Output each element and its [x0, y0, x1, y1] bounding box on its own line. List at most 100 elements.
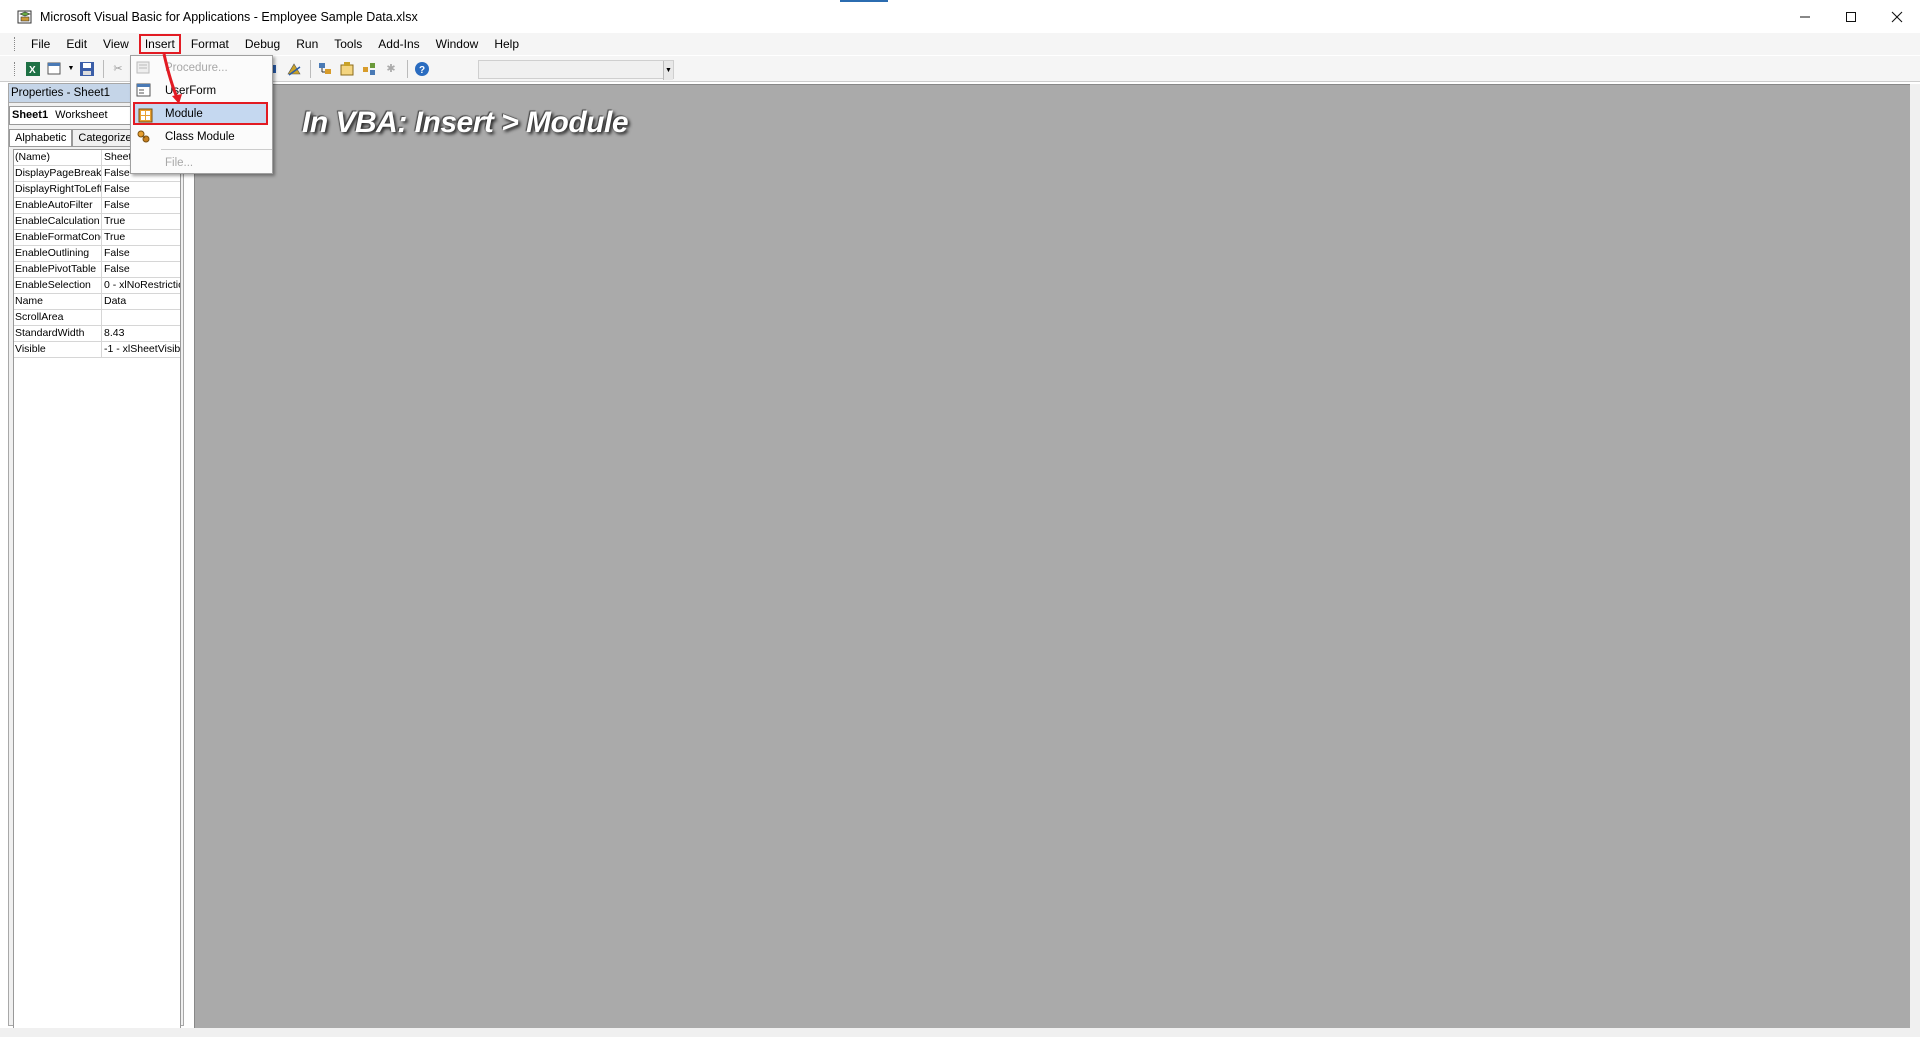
svg-text:X: X — [29, 65, 36, 76]
help-icon[interactable]: ? — [412, 59, 432, 79]
menubar-grip[interactable] — [14, 37, 17, 51]
menu-format[interactable]: Format — [183, 34, 237, 54]
property-value[interactable]: False — [102, 262, 180, 277]
property-value[interactable]: -1 - xlSheetVisible — [102, 342, 180, 357]
menu-item-label: Class Module — [165, 130, 235, 143]
property-name: EnableFormatConditionsCalculation — [15, 230, 102, 245]
vba-app-icon — [17, 10, 32, 23]
menu-separator — [161, 149, 272, 150]
property-name: EnablePivotTable — [14, 262, 102, 277]
menu-run[interactable]: Run — [288, 34, 326, 54]
toolbar-separator — [407, 59, 408, 78]
project-explorer-icon[interactable] — [315, 59, 335, 79]
menu-insert[interactable]: Insert — [138, 34, 181, 54]
cut-icon[interactable]: ✂ — [108, 59, 128, 79]
menu-file[interactable]: File — [23, 34, 58, 54]
property-row[interactable]: StandardWidth 8.43 — [14, 326, 180, 342]
window-title: Microsoft Visual Basic for Applications … — [40, 9, 418, 24]
design-mode-icon[interactable] — [284, 59, 304, 79]
property-name: EnableOutlining — [14, 246, 102, 261]
menu-view[interactable]: View — [95, 34, 137, 54]
property-name: EnableSelection — [14, 278, 102, 293]
svg-text:?: ? — [419, 65, 425, 76]
mdi-client-area[interactable] — [194, 84, 1910, 1031]
menu-item-label: File... — [165, 156, 194, 169]
menu-bar: File Edit View Insert Format Debug Run T… — [0, 33, 1920, 55]
property-name: Visible — [14, 342, 102, 357]
property-value[interactable]: True — [102, 214, 180, 229]
property-row[interactable]: EnableOutlining False — [14, 246, 180, 262]
property-row[interactable]: Visible -1 - xlSheetVisible — [14, 342, 180, 358]
line-column-indicator: ▼ — [478, 60, 674, 80]
property-value[interactable]: 0 - xlNoRestrictions — [102, 278, 180, 293]
vba-editor-window: Microsoft Visual Basic for Applications … — [0, 0, 1920, 1037]
menu-item-procedure: Procedure... — [131, 56, 272, 79]
tutorial-annotation: In VBA: Insert > Module — [302, 106, 629, 139]
window-controls — [1782, 0, 1920, 33]
properties-window-icon[interactable] — [337, 59, 357, 79]
minimize-button[interactable] — [1782, 0, 1828, 33]
property-name: (Name) — [14, 150, 102, 165]
status-strip — [0, 1028, 1920, 1037]
property-name: EnableAutoFilter — [14, 198, 102, 213]
save-icon[interactable] — [77, 59, 97, 79]
menu-item-userform[interactable]: UserForm — [131, 79, 272, 102]
property-row[interactable]: DisplayRightToLeft False — [14, 182, 180, 198]
toolbar-grip[interactable] — [14, 61, 17, 76]
standard-toolbar: X ▼ ✂ ✱ ? — [0, 56, 1920, 82]
menu-edit[interactable]: Edit — [58, 34, 95, 54]
taskbar-accent-line — [840, 0, 888, 2]
property-value[interactable]: Data — [102, 294, 180, 309]
toolbar-separator — [310, 59, 311, 78]
property-value[interactable] — [102, 310, 180, 325]
toolbar-separator — [103, 59, 104, 78]
property-value[interactable]: 8.43 — [102, 326, 180, 341]
maximize-button[interactable] — [1828, 0, 1874, 33]
view-excel-icon[interactable]: X — [23, 59, 43, 79]
property-row[interactable]: EnableSelection0 - xlNoRestrictions — [14, 278, 180, 294]
property-row[interactable]: EnableCalculation True — [14, 214, 180, 230]
chevron-down-icon[interactable]: ▼ — [67, 59, 75, 79]
menu-item-class-module[interactable]: Class Module — [131, 125, 272, 148]
close-button[interactable] — [1874, 0, 1920, 33]
menu-debug[interactable]: Debug — [237, 34, 288, 54]
property-row[interactable]: EnableFormatConditionsCalculationTrue — [14, 230, 180, 246]
close-icon — [1891, 11, 1903, 22]
property-value[interactable]: False — [102, 182, 180, 197]
menu-item-module[interactable]: Module — [133, 102, 268, 125]
property-value[interactable]: False — [102, 246, 180, 261]
annotation-arrow-icon — [162, 53, 182, 104]
property-list: (Name) Sheet1 DisplayPageBreaks False Disp… — [13, 149, 181, 1035]
object-name: Sheet1 — [12, 109, 49, 121]
property-name: StandardWidth — [14, 326, 102, 341]
property-value[interactable]: True — [102, 230, 180, 245]
property-row[interactable]: EnablePivotTable False — [14, 262, 180, 278]
module-icon — [138, 108, 153, 123]
menu-window[interactable]: Window — [428, 34, 487, 54]
property-name: DisplayRightToLeft — [15, 182, 102, 197]
menu-item-file: File... — [131, 151, 272, 174]
maximize-icon — [1846, 11, 1856, 22]
toolbox-icon[interactable]: ✱ — [381, 59, 401, 79]
property-name: EnableCalculation — [14, 214, 102, 229]
properties-pane: Properties - Sheet1 Sheet1 Worksheet Alp… — [8, 83, 184, 1035]
property-row[interactable]: ScrollArea — [14, 310, 180, 326]
procedure-icon — [136, 61, 150, 74]
object-type: Worksheet — [55, 109, 108, 121]
object-browser-icon[interactable] — [359, 59, 379, 79]
insert-userform-icon[interactable] — [45, 59, 65, 79]
property-name: Name — [14, 294, 102, 309]
property-name: DisplayPageBreaks — [15, 166, 102, 181]
userform-icon — [136, 83, 151, 97]
menu-help[interactable]: Help — [486, 34, 527, 54]
menu-add-ins[interactable]: Add-Ins — [370, 34, 427, 54]
property-row[interactable]: Name Data — [14, 294, 180, 310]
property-row[interactable]: EnableAutoFilter False — [14, 198, 180, 214]
menu-tools[interactable]: Tools — [326, 34, 370, 54]
class-module-icon — [137, 130, 150, 143]
toolbar-options-icon[interactable]: ▼ — [663, 61, 673, 80]
minimize-icon — [1800, 16, 1810, 17]
property-value[interactable]: False — [102, 198, 180, 213]
tab-alphabetic[interactable]: Alphabetic — [9, 129, 73, 146]
property-name: ScrollArea — [14, 310, 102, 325]
